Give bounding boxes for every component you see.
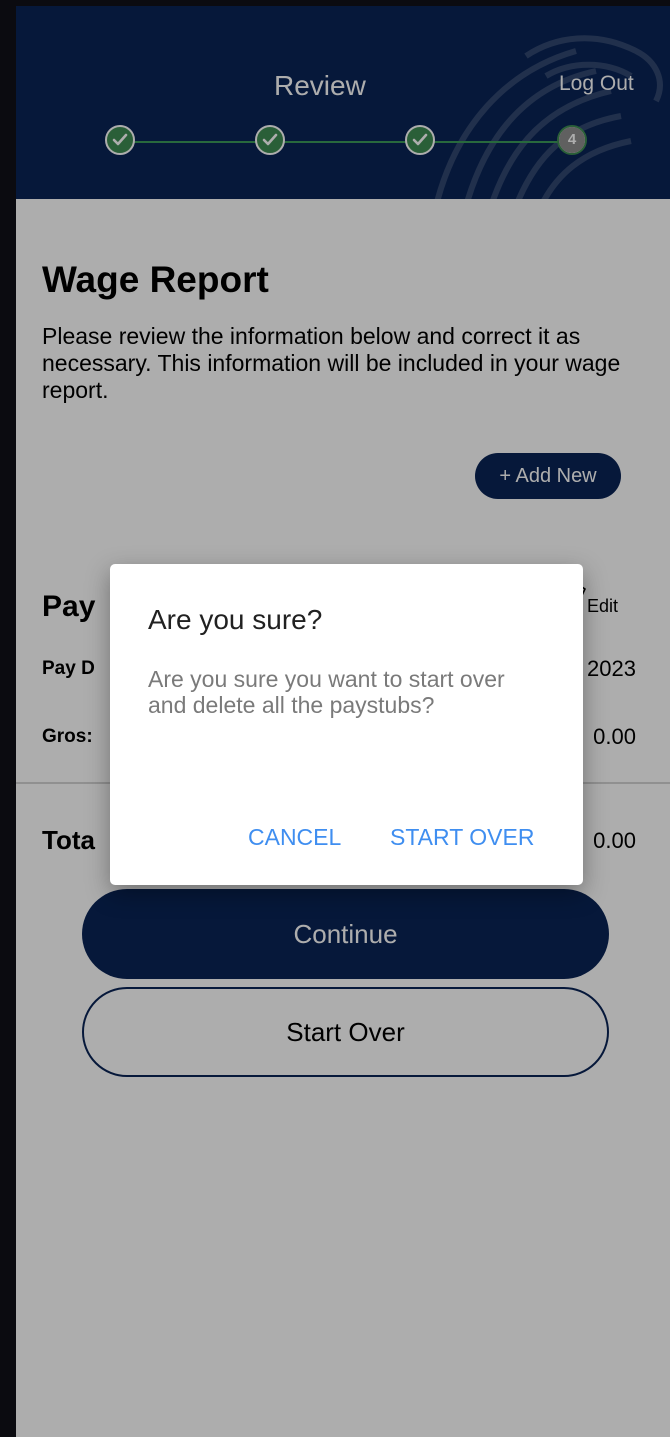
dialog-message: Are you sure you want to start over and … <box>148 666 505 718</box>
dialog-start-over-button[interactable]: START OVER <box>390 824 534 851</box>
confirm-dialog: Are you sure? Are you sure you want to s… <box>110 564 583 885</box>
dialog-cancel-button[interactable]: CANCEL <box>248 824 341 851</box>
app-screen: Review Log Out 4 Wage Report Please revi… <box>16 6 670 1437</box>
dialog-title: Are you sure? <box>148 604 323 635</box>
